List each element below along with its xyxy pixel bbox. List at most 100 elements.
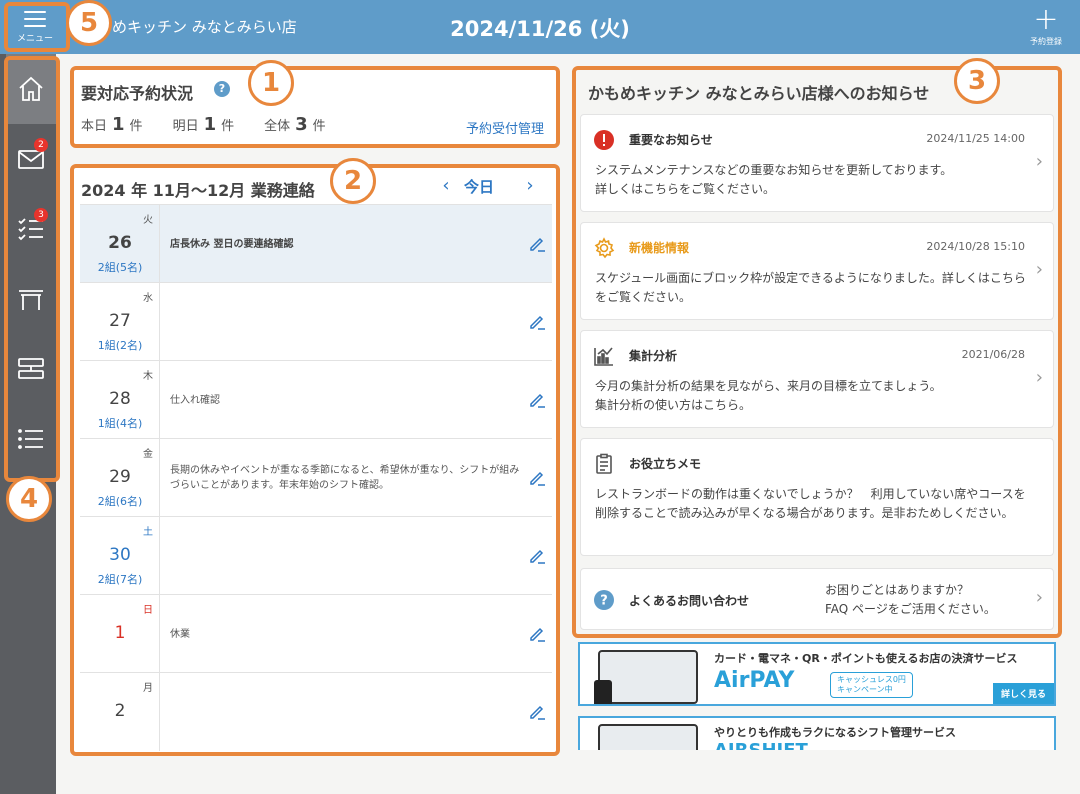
sidebar-item-home[interactable] bbox=[6, 54, 56, 124]
sidebar-item-mail[interactable]: 2 bbox=[6, 124, 56, 194]
annotation-marker-3: 3 bbox=[954, 58, 1000, 104]
day-row[interactable]: 水 27 1組(2名) bbox=[80, 282, 552, 361]
notice-title: お役立ちメモ bbox=[629, 457, 702, 471]
banner-more-button[interactable]: 詳しく見る bbox=[992, 683, 1054, 704]
day-of-week: 土 bbox=[143, 527, 153, 538]
day-row[interactable]: 火 26 2組(5名) 店長休み 翌日の要連絡確認 bbox=[80, 204, 552, 283]
help-icon[interactable]: ? bbox=[214, 81, 230, 97]
today-count: 1 bbox=[112, 114, 125, 135]
faq-card[interactable]: ? よくあるお問い合わせ お困りごとはありますか？ FAQ ページをご活用くださ… bbox=[580, 568, 1054, 630]
edit-icon[interactable] bbox=[528, 625, 546, 643]
edit-icon[interactable] bbox=[528, 469, 546, 487]
store-name: めキッチン みなとみらい店 bbox=[112, 18, 297, 36]
sidebar-item-table[interactable] bbox=[6, 264, 56, 334]
edit-icon[interactable] bbox=[528, 391, 546, 409]
day-cell: 日1 bbox=[80, 595, 160, 673]
today-button[interactable]: 今日 bbox=[464, 176, 494, 197]
notice-date: 2024/10/28 15:10 bbox=[926, 240, 1025, 253]
notice-title: 重要なお知らせ bbox=[629, 133, 713, 147]
layout-icon bbox=[18, 358, 44, 379]
day-row[interactable]: 土 30 2組(7名) bbox=[80, 516, 552, 595]
notice-body: システムメンテナンスなどの重要なお知らせを更新しております。 詳しくはこちらをご… bbox=[595, 161, 1035, 199]
prev-arrow-icon[interactable]: ‹ bbox=[434, 174, 458, 198]
menu-button[interactable]: メニュー bbox=[4, 4, 66, 50]
notice-body-text: システムメンテナンスなどの重要なお知らせを更新しております。 詳しくはこちらをご… bbox=[595, 163, 953, 196]
day-of-week: 金 bbox=[143, 449, 153, 460]
day-number: 28 bbox=[109, 389, 131, 409]
day-note: 店長休み 翌日の要連絡確認 bbox=[170, 239, 294, 250]
day-number: 1 bbox=[114, 623, 126, 643]
edit-icon[interactable] bbox=[528, 235, 546, 253]
airpay-banner[interactable]: カード・電マネ・QR・ポイントも使えるお店の決済サービス AirPAY キャッシ… bbox=[578, 642, 1056, 706]
edit-icon[interactable] bbox=[528, 703, 546, 721]
day-row[interactable]: 金 29 2組(6名) 長期の休みやイベントが重なる季節になると、希望休が重なり、シフ… bbox=[80, 438, 552, 517]
day-row[interactable]: 日 1 休業 bbox=[80, 594, 552, 673]
next-arrow-icon[interactable]: › bbox=[518, 174, 542, 198]
notices-title: かもめキッチン みなとみらい店様へのお知らせ bbox=[588, 84, 930, 103]
day-cell: 金 29 2組(6名) bbox=[80, 439, 160, 517]
day-of-week: 水 bbox=[143, 293, 153, 304]
day-groups[interactable]: 2組(6名) bbox=[80, 493, 160, 509]
reserve-button[interactable]: + 予約登録 bbox=[1024, 5, 1068, 48]
menu-label: メニュー bbox=[16, 33, 53, 44]
sidebar-item-layout[interactable] bbox=[6, 334, 56, 404]
svg-text:?: ? bbox=[600, 594, 608, 609]
sidebar-item-checklist[interactable]: 3 bbox=[6, 194, 56, 264]
notice-card-tips[interactable]: お役立ちメモ レストランボードの動作は重くないでしょうか？ 利用していない席やコ… bbox=[580, 438, 1054, 556]
day-groups[interactable]: 1組(2名) bbox=[80, 337, 160, 353]
sidebar-item-list[interactable] bbox=[6, 404, 56, 474]
edit-icon[interactable] bbox=[528, 313, 546, 331]
day-number: 29 bbox=[109, 467, 131, 487]
question-icon: ? bbox=[594, 590, 614, 610]
day-row[interactable]: 木 28 1組(4名) 仕入れ確認 bbox=[80, 360, 552, 439]
edit-icon[interactable] bbox=[528, 547, 546, 565]
laptop-image bbox=[598, 724, 698, 750]
table-icon bbox=[19, 290, 43, 310]
chevron-right-icon: › bbox=[1035, 367, 1043, 388]
airpay-logo: AirPAY bbox=[714, 668, 795, 693]
day-number: 27 bbox=[109, 311, 131, 331]
card-reader-image bbox=[594, 680, 612, 704]
alert-icon bbox=[594, 130, 614, 150]
notice-body: 今月の集計分析の結果を見ながら、来月の目標を立てましょう。 集計分析の使い方はこ… bbox=[595, 379, 942, 412]
day-note: 休業 bbox=[170, 629, 190, 640]
notice-body: レストランボードの動作は重くないでしょうか？ 利用していない席やコースを削除する… bbox=[595, 487, 1026, 520]
notice-card-new-feature[interactable]: 新機能情報 2024/10/28 15:10 スケジュール画面にブロック枠が設定… bbox=[580, 222, 1054, 320]
banner-text: カード・電マネ・QR・ポイントも使えるお店の決済サービス bbox=[714, 652, 1018, 665]
day-groups[interactable]: 2組(7名) bbox=[80, 571, 160, 587]
airshift-logo: AIRSHIFT bbox=[714, 740, 808, 750]
day-number: 2 bbox=[114, 701, 126, 721]
notice-card-analytics[interactable]: 集計分析 2021/06/28 今月の集計分析の結果を見ながら、来月の目標を立て… bbox=[580, 330, 1054, 428]
notice-date: 2021/06/28 bbox=[961, 348, 1025, 361]
day-groups[interactable]: 1組(4名) bbox=[80, 415, 160, 431]
hamburger-icon bbox=[24, 10, 46, 27]
day-of-week: 火 bbox=[143, 215, 153, 226]
mail-badge: 2 bbox=[34, 138, 48, 152]
business-contact-header: 2024 年 11月〜12月 業務連絡 ‹ 今日 › bbox=[74, 168, 556, 204]
unit-label: 件 bbox=[312, 119, 326, 134]
day-of-week: 日 bbox=[143, 605, 153, 616]
business-contact-panel: 2024 年 11月〜12月 業務連絡 ‹ 今日 › 火 26 2組(5名) 店長休み… bbox=[74, 168, 556, 752]
day-of-week: 月 bbox=[143, 683, 153, 694]
chevron-right-icon: › bbox=[1035, 151, 1043, 172]
home-icon bbox=[19, 76, 43, 101]
day-row[interactable]: 月2 bbox=[80, 672, 552, 751]
faq-question: お困りごとはありますか？ FAQ ページをご活用ください。 bbox=[825, 583, 996, 616]
notices-panel: かもめキッチン みなとみらい店様へのお知らせ 重要なお知らせ 2024/11/2… bbox=[576, 70, 1058, 634]
today-label: 本日 bbox=[81, 119, 108, 134]
day-groups[interactable]: 2組(5名) bbox=[80, 259, 160, 275]
day-cell: 月2 bbox=[80, 673, 160, 751]
day-note: 長期の休みやイベントが重なる季節になると、希望休が重なり、シフトが組みづらいこと… bbox=[170, 465, 520, 491]
notice-card-important[interactable]: 重要なお知らせ 2024/11/25 14:00 システムメンテナンスなどの重要… bbox=[580, 114, 1054, 212]
reservation-management-link[interactable]: 予約受付管理 bbox=[466, 118, 544, 137]
chevron-right-icon: › bbox=[1035, 587, 1043, 608]
airshift-banner[interactable]: やりとりも作成もラクになるシフト管理サービス AIRSHIFT bbox=[578, 716, 1056, 750]
memo-icon bbox=[596, 453, 612, 474]
notice-date: 2024/11/25 14:00 bbox=[926, 132, 1025, 145]
day-cell: 火 26 2組(5名) bbox=[80, 205, 160, 283]
day-of-week: 木 bbox=[143, 371, 153, 382]
day-number: 26 bbox=[108, 233, 132, 253]
checklist-badge: 3 bbox=[34, 208, 48, 222]
annotation-marker-2: 2 bbox=[330, 158, 376, 204]
annotation-marker-1: 1 bbox=[248, 60, 294, 106]
